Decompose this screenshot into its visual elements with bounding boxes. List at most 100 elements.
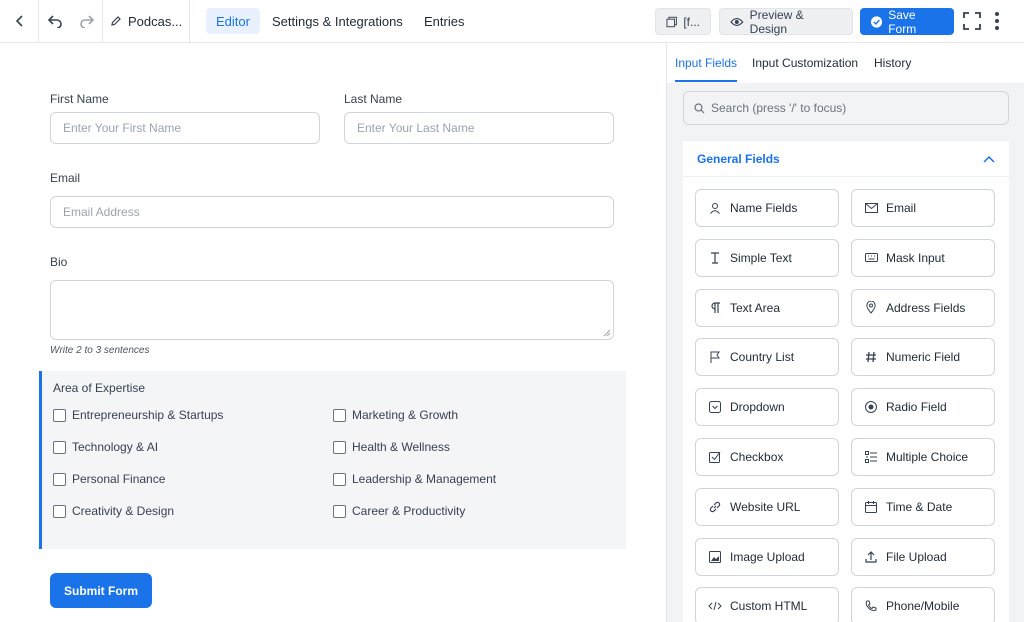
- field-button-label: Text Area: [730, 300, 781, 315]
- form-title[interactable]: Podcas...: [110, 0, 182, 42]
- eye-icon: [730, 17, 744, 26]
- tab-editor[interactable]: Editor: [206, 8, 260, 34]
- hash-icon: [864, 351, 878, 363]
- checkbox-option[interactable]: Entrepreneurship & Startups: [53, 408, 223, 422]
- field-button-label: Dropdown: [730, 400, 785, 415]
- tab-input-fields[interactable]: Input Fields: [675, 43, 737, 83]
- field-button-multiple-choice[interactable]: Multiple Choice: [851, 438, 995, 476]
- field-button-dropdown[interactable]: Dropdown: [695, 388, 839, 427]
- bio-textarea[interactable]: [50, 280, 614, 340]
- field-button-custom-html[interactable]: Custom HTML: [695, 587, 839, 622]
- checkbox-option[interactable]: Creativity & Design: [53, 504, 174, 518]
- field-button-country-list[interactable]: Country List: [695, 338, 839, 377]
- option-label: Technology & AI: [72, 440, 159, 454]
- field-button-image-upload[interactable]: Image Upload: [695, 537, 839, 576]
- checkbox-option[interactable]: Technology & AI: [53, 440, 158, 454]
- back-button[interactable]: [0, 0, 40, 42]
- checkbox-box[interactable]: [53, 472, 66, 486]
- submit-form-button[interactable]: Submit Form: [50, 573, 152, 608]
- checkbox-box[interactable]: [333, 504, 346, 518]
- field-button-website-url[interactable]: Website URL: [695, 487, 839, 526]
- envelope-icon: [864, 203, 878, 213]
- checkbox-box[interactable]: [53, 440, 66, 454]
- field-button-label: Numeric Field: [886, 350, 961, 365]
- first-name-input[interactable]: Enter Your First Name: [50, 112, 320, 144]
- expertise-section[interactable]: Area of Expertise Entrepreneurship & Sta…: [39, 371, 626, 549]
- tab-entries[interactable]: Entries: [414, 8, 474, 34]
- bio-label: Bio: [50, 255, 68, 269]
- save-form-button[interactable]: Save Form: [860, 7, 954, 36]
- chevron-up-icon: [983, 155, 995, 163]
- option-label: Marketing & Growth: [352, 408, 459, 422]
- field-button-label: Image Upload: [730, 549, 805, 564]
- user-icon: [708, 202, 722, 214]
- field-button-label: Time & Date: [886, 499, 953, 514]
- checkbox-option[interactable]: Leadership & Management: [333, 472, 496, 486]
- option-label: Creativity & Design: [72, 504, 175, 518]
- pencil-icon: [111, 16, 121, 26]
- field-button-radio-field[interactable]: Radio Field: [851, 388, 995, 427]
- fullscreen-button[interactable]: [960, 0, 984, 42]
- phone-icon: [864, 600, 878, 612]
- option-label: Personal Finance: [72, 472, 166, 486]
- checkbox-option[interactable]: Marketing & Growth: [333, 408, 458, 422]
- link-icon: [708, 501, 722, 513]
- tab-history[interactable]: History: [874, 43, 911, 83]
- text-cursor-icon: [708, 252, 722, 264]
- checkbox-box[interactable]: [53, 504, 66, 518]
- redo-icon: [80, 15, 95, 28]
- field-button-time-date[interactable]: Time & Date: [851, 487, 995, 526]
- checkbox-box[interactable]: [333, 408, 346, 422]
- save-label: Save Form: [888, 7, 917, 36]
- checkbox-box[interactable]: [53, 408, 66, 422]
- last-name-input[interactable]: Enter Your Last Name: [344, 112, 614, 144]
- checkbox-option[interactable]: Career & Productivity: [333, 504, 465, 518]
- field-button-label: Radio Field: [886, 400, 947, 415]
- shortcode-button[interactable]: [f...: [655, 8, 711, 35]
- search-icon: [694, 102, 705, 113]
- undo-icon: [47, 15, 62, 28]
- tab-input-customization[interactable]: Input Customization: [752, 43, 858, 83]
- field-button-label: Multiple Choice: [886, 450, 969, 464]
- checkbox-box[interactable]: [333, 472, 346, 486]
- field-button-name-fields[interactable]: Name Fields: [695, 189, 839, 227]
- email-input[interactable]: Email Address: [50, 196, 614, 228]
- field-button-label: File Upload: [886, 549, 947, 564]
- field-button-numeric-field[interactable]: Numeric Field: [851, 338, 995, 377]
- code-icon: [708, 601, 722, 611]
- checkbox-option[interactable]: Health & Wellness: [333, 440, 450, 454]
- more-options-button[interactable]: [988, 0, 1006, 42]
- resize-handle-icon[interactable]: [603, 329, 611, 337]
- field-button-mask-input[interactable]: Mask Input: [851, 238, 995, 277]
- general-fields-header[interactable]: General Fields: [683, 141, 1009, 177]
- checkbox-option[interactable]: Personal Finance: [53, 472, 165, 486]
- tab-settings-integrations[interactable]: Settings & Integrations: [262, 8, 413, 34]
- field-button-checkbox[interactable]: Checkbox: [695, 438, 839, 476]
- field-button-phone-mobile[interactable]: Phone/Mobile: [851, 587, 995, 622]
- preview-design-button[interactable]: Preview & Design: [719, 8, 853, 36]
- search-placeholder: Search (press '/' to focus): [711, 101, 847, 115]
- field-button-address-fields[interactable]: Address Fields: [851, 288, 995, 327]
- field-button-label: Address Fields: [886, 300, 966, 315]
- general-fields-title: General Fields: [697, 151, 780, 166]
- fullscreen-icon: [963, 12, 981, 30]
- field-button-label: Website URL: [730, 499, 801, 514]
- checkbox-icon: [708, 451, 722, 463]
- redo-button[interactable]: [72, 0, 102, 42]
- field-button-label: Checkbox: [730, 450, 784, 464]
- checkbox-box[interactable]: [333, 440, 346, 454]
- check-circle-icon: [871, 15, 883, 28]
- field-button-file-upload[interactable]: File Upload: [851, 537, 995, 576]
- field-button-email[interactable]: Email: [851, 189, 995, 227]
- field-button-label: Simple Text: [730, 250, 792, 265]
- field-search-input[interactable]: Search (press '/' to focus): [683, 91, 1009, 125]
- field-button-simple-text[interactable]: Simple Text: [695, 238, 839, 277]
- form-canvas: First Name Enter Your First Name Last Na…: [0, 43, 666, 622]
- field-button-label: Name Fields: [730, 201, 798, 215]
- dropdown-icon: [708, 401, 722, 414]
- copy-icon: [666, 16, 677, 27]
- fields-panel: Input Fields Input Customization History…: [666, 43, 1024, 622]
- field-button-text-area[interactable]: Text Area: [695, 288, 839, 327]
- chevron-left-icon: [15, 15, 23, 27]
- undo-button[interactable]: [40, 0, 70, 42]
